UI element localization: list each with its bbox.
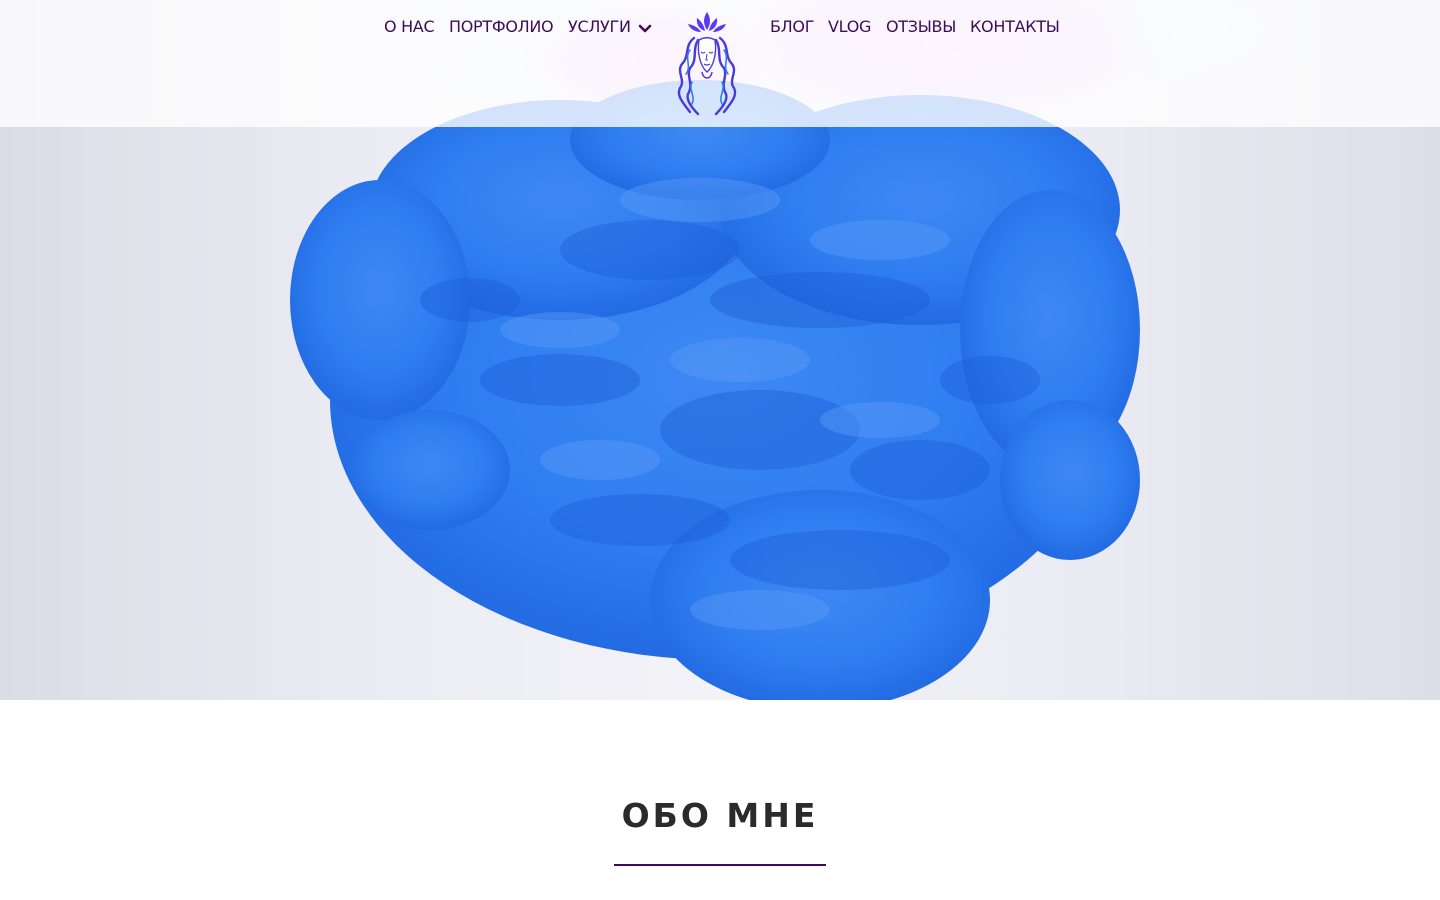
about-section-title: ОБО МНЕ [621,796,819,835]
nav-link-about[interactable]: О НАС [384,17,435,39]
nav-link-contacts[interactable]: КОНТАКТЫ [970,17,1060,39]
nav-link-services[interactable]: УСЛУГИ [568,17,631,39]
nav-link-blog[interactable]: БЛОГ [770,17,814,39]
nav-link-portfolio[interactable]: ПОРТФОЛИО [449,17,554,39]
site-header: О НАС ПОРТФОЛИО УСЛУГИ БЛОГ VLOG ОТЗЫВЫ … [0,0,1440,127]
title-underline-divider [614,864,826,866]
chevron-down-icon[interactable] [638,24,652,34]
woman-face-lotus-logo-icon[interactable] [670,10,744,118]
nav-link-vlog[interactable]: VLOG [828,17,871,39]
nav-link-reviews[interactable]: ОТЗЫВЫ [886,17,956,39]
